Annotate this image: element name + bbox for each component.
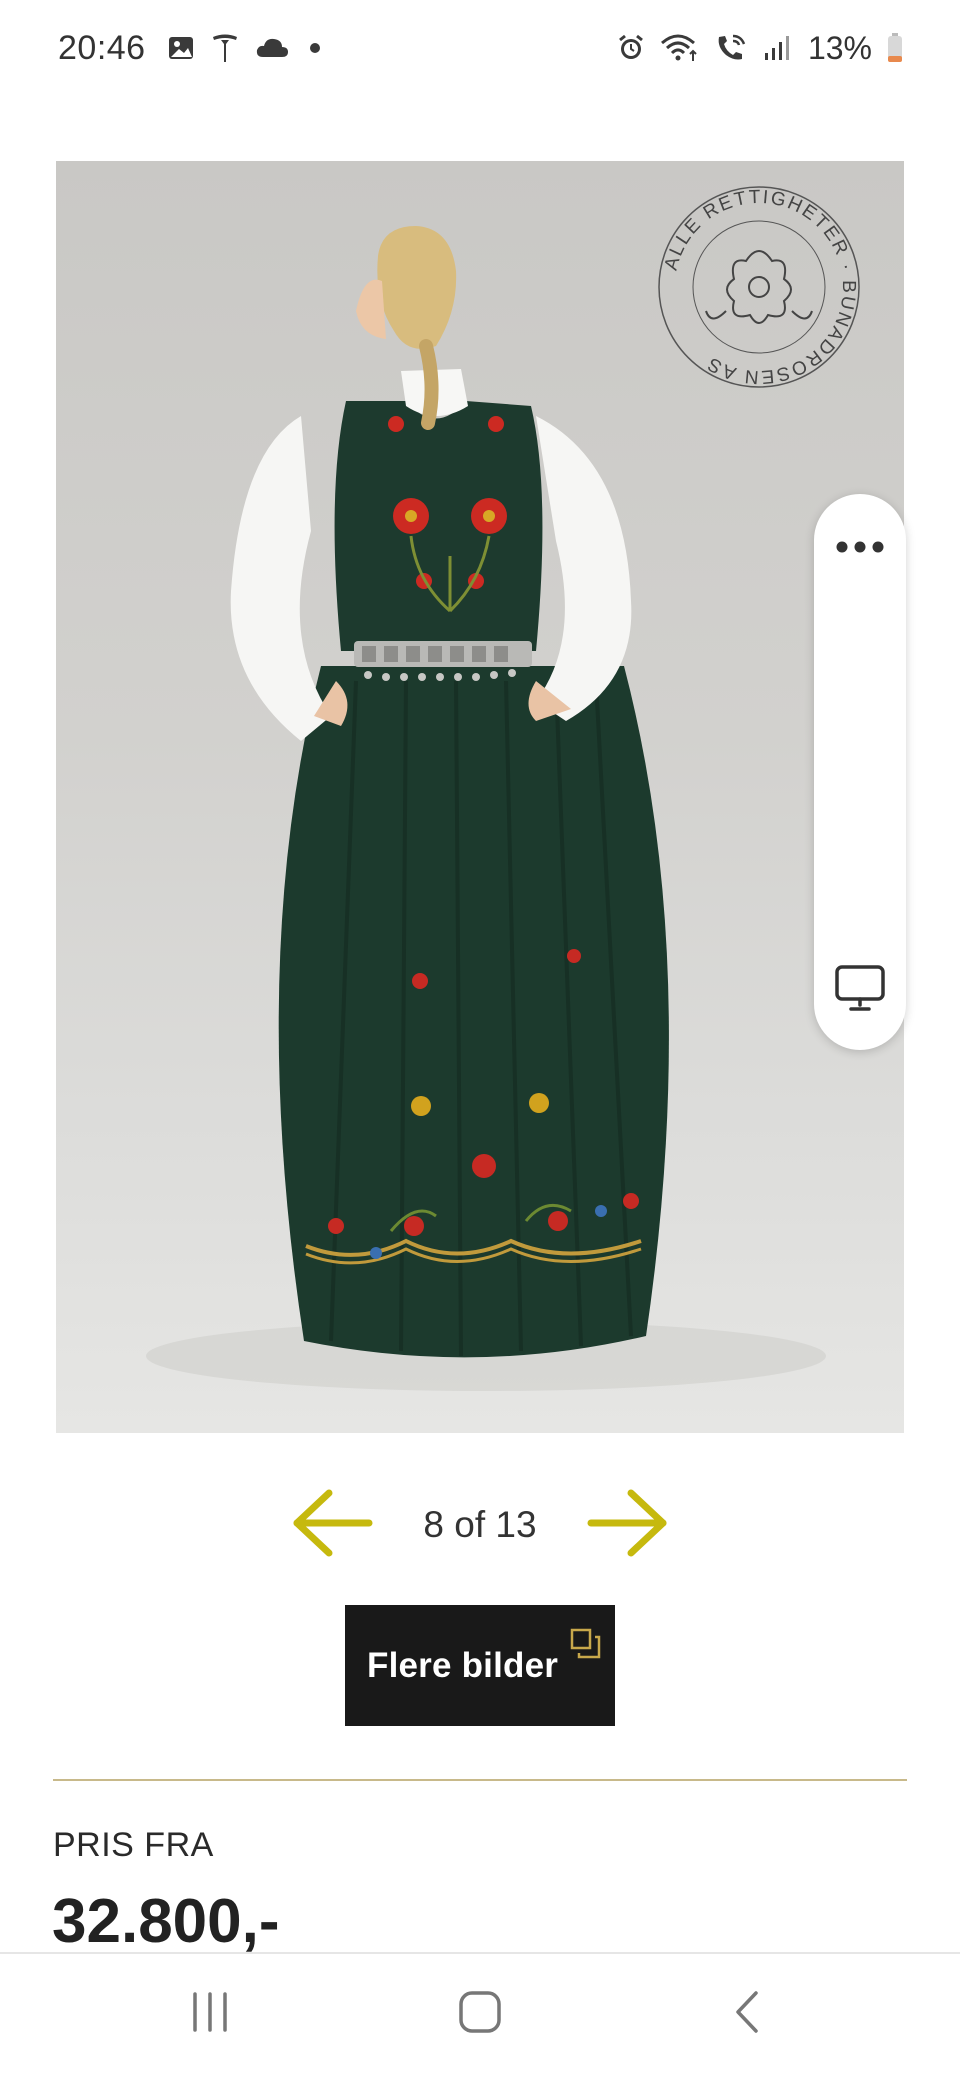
screen-icon bbox=[833, 964, 887, 1017]
gallery-stack-icon bbox=[569, 1627, 603, 1666]
next-image-button[interactable] bbox=[586, 1482, 672, 1568]
home-icon bbox=[457, 1989, 503, 2040]
wifi-icon bbox=[660, 33, 700, 63]
battery-percent: 13% bbox=[807, 29, 872, 66]
system-nav-bar bbox=[0, 1952, 960, 2082]
signal-icon bbox=[762, 33, 792, 63]
svg-text:ALLE RETTIGHETER · BUNADROSEN: ALLE RETTIGHETER · BUNADROSEN AS bbox=[661, 187, 859, 387]
status-bar: 20:46 13% bbox=[0, 0, 960, 96]
back-button[interactable] bbox=[693, 1974, 803, 2054]
recent-apps-icon bbox=[187, 1990, 233, 2039]
watermark-text: ALLE RETTIGHETER · BUNADROSEN AS bbox=[661, 187, 857, 387]
image-counter: 8 of 13 bbox=[423, 1504, 537, 1545]
more-images-button[interactable]: Flere bilder bbox=[345, 1605, 615, 1726]
status-left: 20:46 bbox=[58, 29, 326, 68]
home-button[interactable] bbox=[425, 1974, 535, 2054]
battery-icon bbox=[886, 32, 904, 64]
status-right: 13% bbox=[616, 30, 904, 67]
cloud-icon bbox=[254, 35, 290, 61]
screen-button[interactable] bbox=[814, 950, 906, 1030]
status-time: 20:46 bbox=[58, 28, 146, 67]
section-divider bbox=[53, 1779, 907, 1781]
tesla-icon bbox=[210, 32, 240, 64]
dot-icon bbox=[304, 37, 326, 59]
gallery-nav: 8 of 13 bbox=[0, 1480, 960, 1570]
product-image[interactable]: ALLE RETTIGHETER · BUNADROSEN AS bbox=[56, 161, 904, 1433]
price-label: PRIS FRA bbox=[53, 1826, 214, 1864]
wifi-call-icon bbox=[714, 33, 748, 63]
more-dots-icon bbox=[835, 540, 885, 559]
arrow-left-icon bbox=[289, 1481, 373, 1570]
alarm-icon bbox=[616, 33, 646, 63]
more-options-button[interactable] bbox=[814, 514, 906, 584]
floating-side-panel bbox=[814, 494, 906, 1050]
price-value: 32.800,- bbox=[52, 1887, 280, 1956]
recent-apps-button[interactable] bbox=[155, 1974, 265, 2054]
gallery-icon bbox=[166, 33, 196, 63]
previous-image-button[interactable] bbox=[288, 1482, 374, 1568]
more-images-label: Flere bilder bbox=[367, 1645, 559, 1685]
arrow-right-icon bbox=[587, 1481, 671, 1570]
back-icon bbox=[728, 1989, 768, 2040]
